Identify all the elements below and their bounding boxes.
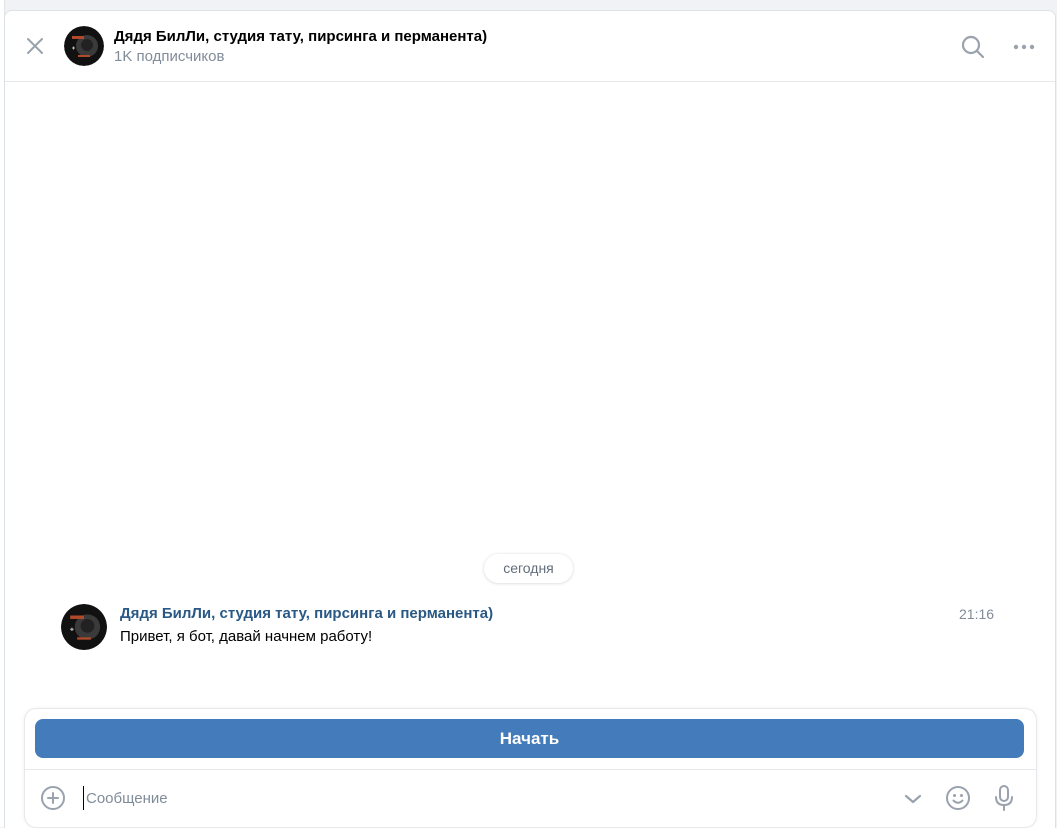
voice-message-button[interactable]: [991, 784, 1017, 812]
date-separator: сегодня: [484, 554, 573, 583]
emoji-button[interactable]: [945, 785, 971, 811]
chat-header: Дядя БилЛи, студия тату, пирсинга и перм…: [5, 11, 1055, 82]
message-time[interactable]: 21:16: [959, 606, 994, 622]
message-composer: Начать: [24, 708, 1037, 828]
close-icon: [27, 38, 43, 54]
more-horizontal-icon: [1013, 44, 1035, 50]
start-bot-button[interactable]: Начать: [35, 719, 1024, 758]
keyboard-toggle-button[interactable]: [901, 787, 925, 811]
search-button[interactable]: [960, 34, 986, 60]
subscriber-count: 1K подписчиков: [114, 48, 225, 65]
more-actions-button[interactable]: [1011, 35, 1037, 59]
community-avatar[interactable]: [64, 26, 104, 66]
composer-divider: [25, 769, 1036, 770]
search-icon: [961, 35, 985, 59]
message-item: Дядя БилЛи, студия тату, пирсинга и перм…: [61, 604, 1001, 652]
attach-button[interactable]: [40, 785, 66, 811]
message-input[interactable]: [83, 786, 876, 810]
microphone-icon: [995, 785, 1013, 811]
chevron-down-icon: [904, 794, 922, 804]
message-author-avatar[interactable]: [61, 604, 107, 650]
chat-title[interactable]: Дядя БилЛи, студия тату, пирсинга и перм…: [114, 28, 487, 45]
chat-window: Дядя БилЛи, студия тату, пирсинга и перм…: [4, 10, 1056, 828]
message-text: Привет, я бот, давай начнем работу!: [120, 628, 373, 645]
smile-icon: [946, 786, 970, 810]
add-circle-icon: [41, 786, 65, 810]
close-button[interactable]: [23, 34, 47, 58]
message-author-name[interactable]: Дядя БилЛи, студия тату, пирсинга и перм…: [120, 605, 493, 622]
